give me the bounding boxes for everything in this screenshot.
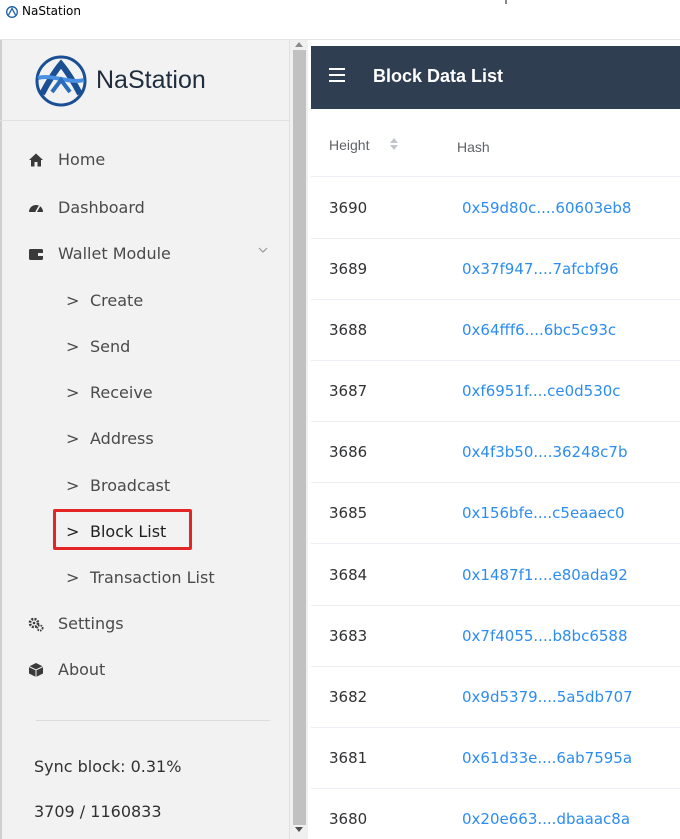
block-height: 3683 bbox=[329, 627, 368, 645]
window-titlebar: NaStation bbox=[0, 0, 680, 40]
column-header-height[interactable]: Height bbox=[329, 137, 369, 153]
block-height: 3684 bbox=[329, 566, 368, 584]
column-header-hash: Hash bbox=[457, 139, 490, 155]
page-header: Block Data List bbox=[311, 46, 680, 109]
sidebar-item-address[interactable]: > Address bbox=[0, 421, 289, 457]
chevron-right-icon: > bbox=[66, 337, 80, 356]
hamburger-menu-icon[interactable] bbox=[329, 68, 345, 82]
nav-item-settings[interactable]: Settings bbox=[0, 606, 289, 642]
scroll-down-icon[interactable] bbox=[295, 827, 303, 832]
block-hash-link[interactable]: 0x1487f1....e80ada92 bbox=[462, 566, 628, 584]
block-hash-link[interactable]: 0x9d5379....5a5db707 bbox=[462, 688, 633, 706]
sidebar-item-label: Transaction List bbox=[90, 568, 215, 587]
nav-label-dashboard: Dashboard bbox=[58, 198, 145, 217]
block-height: 3685 bbox=[329, 504, 368, 522]
nav-label-wallet-module: Wallet Module bbox=[58, 244, 171, 263]
block-hash-link[interactable]: 0x59d80c....60603eb8 bbox=[462, 199, 631, 217]
about-icon bbox=[28, 663, 44, 677]
main-content: Block Data List Height Hash 3690 0x59d80… bbox=[308, 40, 680, 839]
block-height: 3689 bbox=[329, 260, 368, 278]
table-row: 3683 0x7f4055....b8bc6588 bbox=[311, 606, 680, 667]
window-title: NaStation bbox=[22, 4, 81, 18]
table-row: 3681 0x61d33e....6ab7595a bbox=[311, 728, 680, 789]
chevron-right-icon: > bbox=[66, 383, 80, 402]
sync-status: Sync block: 0.31% bbox=[34, 757, 182, 776]
chevron-right-icon: > bbox=[66, 429, 80, 448]
table-row: 3682 0x9d5379....5a5db707 bbox=[311, 667, 680, 728]
nav-item-home[interactable]: Home bbox=[0, 142, 289, 178]
nav-label-settings: Settings bbox=[58, 614, 124, 633]
chevron-right-icon: > bbox=[66, 568, 80, 587]
sidebar-brand[interactable]: NaStation bbox=[0, 40, 289, 121]
sidebar-scrollbar[interactable] bbox=[289, 40, 308, 839]
table-row: 3689 0x37f947....7afcbf96 bbox=[311, 239, 680, 300]
scrollbar-thumb[interactable] bbox=[293, 50, 306, 825]
block-hash-link[interactable]: 0x7f4055....b8bc6588 bbox=[462, 627, 628, 645]
chevron-right-icon: > bbox=[66, 291, 80, 310]
app-logo-icon bbox=[6, 6, 18, 18]
nav-item-wallet-module[interactable]: Wallet Module bbox=[0, 236, 289, 272]
sidebar-item-label: Address bbox=[90, 429, 154, 448]
block-hash-link[interactable]: 0x20e663....dbaaac8a bbox=[462, 810, 630, 828]
sort-icon[interactable] bbox=[389, 136, 399, 152]
chevron-down-icon[interactable] bbox=[258, 245, 268, 255]
nastation-logo-icon bbox=[35, 55, 87, 107]
block-hash-link[interactable]: 0xf6951f....ce0d530c bbox=[462, 382, 621, 400]
sidebar-item-label: Send bbox=[90, 337, 131, 356]
table-row: 3680 0x20e663....dbaaac8a bbox=[311, 789, 680, 839]
block-hash-link[interactable]: 0x64fff6....6bc5c93c bbox=[462, 321, 616, 339]
scroll-up-icon[interactable] bbox=[295, 42, 303, 47]
nav-label-about: About bbox=[58, 660, 106, 679]
table-row: 3684 0x1487f1....e80ada92 bbox=[311, 545, 680, 606]
sidebar-item-send[interactable]: > Send bbox=[0, 329, 289, 365]
block-height: 3682 bbox=[329, 688, 368, 706]
table-header: Height Hash bbox=[311, 109, 680, 177]
window-tick bbox=[505, 0, 507, 4]
table-row: 3686 0x4f3b50....36248c7b bbox=[311, 422, 680, 483]
sidebar-item-broadcast[interactable]: > Broadcast bbox=[0, 468, 289, 504]
sidebar-item-receive[interactable]: > Receive bbox=[0, 375, 289, 411]
wallet-icon bbox=[29, 249, 43, 260]
page-title: Block Data List bbox=[373, 66, 504, 86]
sidebar: NaStation Home Dashboard Wallet Module >… bbox=[0, 40, 289, 839]
block-height: 3690 bbox=[329, 199, 368, 217]
block-hash-link[interactable]: 0x4f3b50....36248c7b bbox=[462, 443, 628, 461]
table-row: 3688 0x64fff6....6bc5c93c bbox=[311, 300, 680, 361]
sidebar-item-label: Receive bbox=[90, 383, 153, 402]
sidebar-item-create[interactable]: > Create bbox=[0, 283, 289, 319]
sidebar-item-label: Broadcast bbox=[90, 476, 171, 495]
block-hash-link[interactable]: 0x156bfe....c5eaaec0 bbox=[462, 504, 625, 522]
table-row: 3687 0xf6951f....ce0d530c bbox=[311, 361, 680, 422]
block-hash-link[interactable]: 0x37f947....7afcbf96 bbox=[462, 260, 619, 278]
block-height: 3681 bbox=[329, 749, 368, 767]
highlight-box bbox=[53, 509, 192, 550]
settings-icon bbox=[28, 617, 44, 632]
dashboard-icon bbox=[29, 205, 43, 213]
sidebar-item-label: Create bbox=[90, 291, 144, 310]
nav-item-about[interactable]: About bbox=[0, 652, 289, 688]
home-icon bbox=[29, 153, 43, 167]
block-height: 3687 bbox=[329, 382, 368, 400]
brand-name: NaStation bbox=[96, 66, 206, 94]
sidebar-item-transaction-list[interactable]: > Transaction List bbox=[0, 560, 289, 596]
block-hash-link[interactable]: 0x61d33e....6ab7595a bbox=[462, 749, 632, 767]
block-height: 3686 bbox=[329, 443, 368, 461]
chevron-right-icon: > bbox=[66, 476, 80, 495]
block-height: 3680 bbox=[329, 810, 368, 828]
block-height: 3688 bbox=[329, 321, 368, 339]
nav-label-home: Home bbox=[58, 150, 106, 169]
nav-item-dashboard[interactable]: Dashboard bbox=[0, 190, 289, 226]
sync-count: 3709 / 1160833 bbox=[34, 802, 162, 821]
sidebar-divider bbox=[36, 720, 270, 721]
table-row: 3685 0x156bfe....c5eaaec0 bbox=[311, 483, 680, 544]
table-row: 3690 0x59d80c....60603eb8 bbox=[311, 178, 680, 239]
